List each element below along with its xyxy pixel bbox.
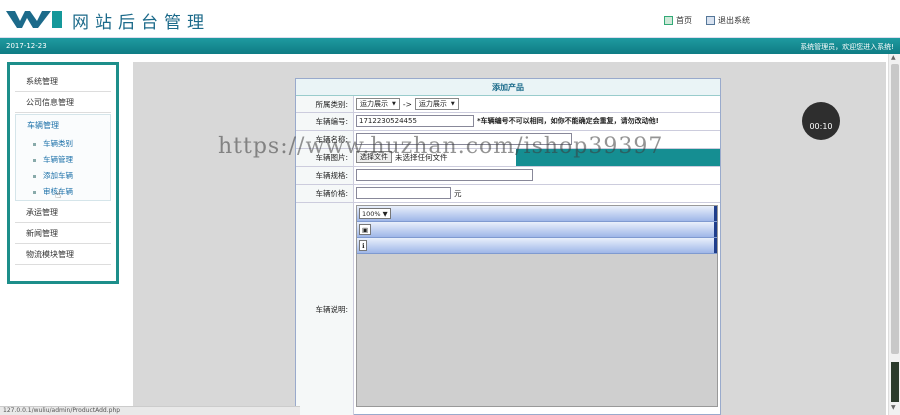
editor-toolbar-row-2: ▣ (357, 222, 717, 238)
site-title: 网站后台管理 (72, 13, 210, 33)
desc-label: 车辆说明: (296, 203, 354, 415)
recording-timer: 00:10 (802, 102, 840, 140)
desc-row: 车辆说明: 100% ▼ ▣ ℹ (296, 203, 720, 415)
number-warning: *车辆编号不可以相同，如你不能确定会重复，请勿改动他! (477, 117, 659, 125)
header-nav: 首页 退出系统 (664, 15, 750, 26)
name-field (356, 133, 572, 145)
price-input[interactable] (356, 187, 451, 199)
home-label: 首页 (676, 16, 692, 25)
sidebar-sub-vehicle-add[interactable]: 添加车辆 (16, 168, 110, 184)
scroll-thumb[interactable] (891, 64, 899, 354)
image-field: 选择文件 未选择任何文件 (356, 151, 448, 163)
price-field: 元 (356, 187, 462, 199)
number-input[interactable]: 1712230524455 (356, 115, 474, 127)
hand-cursor-icon: ☝ (55, 190, 62, 201)
category-select-1-value: 运力展示 (360, 100, 388, 108)
file-status: 未选择任何文件 (395, 152, 448, 162)
teal-bar (516, 149, 720, 166)
category-select-2-value: 运力展示 (418, 100, 447, 108)
scroll-down-icon[interactable]: ▼ (891, 404, 896, 411)
zoom-select[interactable]: 100% ▼ (359, 208, 391, 219)
logout-icon (706, 16, 715, 25)
price-label: 车辆价格: (296, 185, 354, 202)
category-select-2[interactable]: 运力展示 (414, 98, 459, 110)
number-label: 车辆编号: (296, 113, 354, 130)
logout-label: 退出系统 (718, 16, 750, 25)
zoom-value: 100% (362, 209, 381, 218)
add-product-form: 添加产品 所属类别: 运力展示 -> 运力展示 车辆编号: 1712230524… (295, 78, 721, 415)
category-arrow: -> (402, 99, 412, 109)
status-url: 127.0.0.1/wuliu/admin/ProductAdd.php (0, 406, 300, 415)
home-link[interactable]: 首页 (664, 15, 692, 26)
rich-text-editor[interactable]: 100% ▼ ▣ ℹ (356, 205, 718, 407)
number-row: 车辆编号: 1712230524455 *车辆编号不可以相同，如你不能确定会重复… (296, 113, 720, 131)
name-input[interactable] (356, 133, 572, 145)
category-row: 所属类别: 运力展示 -> 运力展示 (296, 96, 720, 113)
top-header: 网站后台管理 首页 退出系统 (0, 0, 900, 38)
sidebar-sub-vehicle-review[interactable]: 审核车辆 (16, 184, 110, 200)
welcome-message: 系统管理员，欢迎您进入系统! (800, 43, 894, 51)
sidebar-item-company[interactable]: 公司信息管理 (15, 92, 111, 113)
sidebar-menu: 系统管理 公司信息管理 车辆管理 车辆类别 车辆管理 添加车辆 审核车辆 承运管… (7, 62, 119, 284)
sidebar-item-logistics[interactable]: 物流模块管理 (15, 244, 111, 265)
category-select-1[interactable]: 运力展示 (356, 98, 400, 110)
sidebar-item-news[interactable]: 新闻管理 (15, 223, 111, 244)
editor-toolbar-row-1: 100% ▼ (357, 206, 717, 222)
info-tool-icon[interactable]: ℹ (359, 240, 368, 251)
logout-link[interactable]: 退出系统 (706, 15, 750, 26)
number-field: 1712230524455 *车辆编号不可以相同，如你不能确定会重复，请勿改动他… (356, 115, 659, 127)
sidebar-item-carrier[interactable]: 承运管理 (15, 202, 111, 223)
name-row: 车辆名称: (296, 131, 720, 149)
status-date: 2017-12-23 (6, 42, 47, 50)
site-logo (6, 11, 62, 28)
scroll-up-icon[interactable]: ▲ (891, 54, 896, 61)
name-label: 车辆名称: (296, 131, 354, 148)
sidebar-item-system[interactable]: 系统管理 (15, 71, 111, 92)
price-row: 车辆价格: 元 (296, 185, 720, 203)
side-widget (891, 362, 899, 402)
home-icon (664, 16, 673, 25)
category-label: 所属类别: (296, 96, 354, 112)
choose-file-button[interactable]: 选择文件 (356, 151, 392, 163)
sidebar-item-vehicles[interactable]: 车辆管理 (16, 115, 110, 136)
spec-row: 车辆规格: (296, 167, 720, 185)
category-field: 运力展示 -> 运力展示 (356, 98, 459, 110)
recording-time: 00:10 (809, 121, 833, 131)
image-tool-icon[interactable]: ▣ (359, 224, 372, 235)
sidebar-sub-vehicle-manage[interactable]: 车辆管理 (16, 152, 110, 168)
vertical-scrollbar[interactable]: ▲ ▼ (888, 54, 900, 415)
image-label: 车辆图片: (296, 149, 354, 166)
left-pane: 系统管理 公司信息管理 车辆管理 车辆类别 车辆管理 添加车辆 审核车辆 承运管… (0, 54, 128, 415)
form-title: 添加产品 (296, 79, 720, 96)
image-row: 车辆图片: 选择文件 未选择任何文件 (296, 149, 720, 167)
status-bar: 2017-12-23 系统管理员，欢迎您进入系统! (0, 38, 900, 54)
sidebar-group-vehicles: 车辆管理 车辆类别 车辆管理 添加车辆 审核车辆 (15, 114, 111, 201)
spec-field (356, 169, 533, 181)
sidebar-sub-vehicle-category[interactable]: 车辆类别 (16, 136, 110, 152)
editor-toolbar-row-3: ℹ (357, 238, 717, 254)
price-unit: 元 (454, 188, 462, 198)
spec-input[interactable] (356, 169, 533, 181)
spec-label: 车辆规格: (296, 167, 354, 184)
